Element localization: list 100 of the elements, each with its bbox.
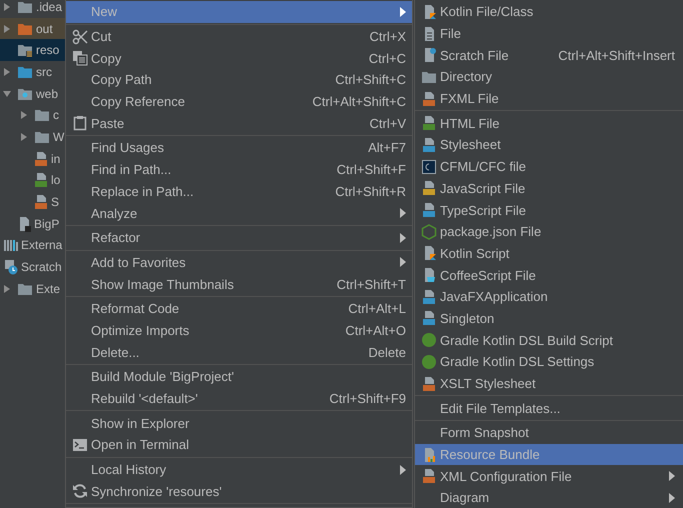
shortcut-text: Ctrl+Shift+F9 (329, 391, 406, 406)
file-icon (422, 310, 436, 326)
menu-item[interactable]: Replace in Path... Ctrl+Shift+R (66, 180, 412, 202)
menu-item[interactable]: Gradle Kotlin DSL Settings (415, 351, 683, 373)
tree-item[interactable]: src (0, 61, 65, 83)
submenu-arrow-icon (400, 464, 406, 475)
menu-item[interactable]: XSLT Stylesheet (415, 372, 683, 394)
tree-item[interactable]: in (0, 148, 65, 170)
shortcut-text: Ctrl+C (368, 50, 406, 66)
collapsed-arrow-icon (3, 2, 11, 11)
menu-item[interactable]: Directory (415, 66, 683, 88)
file-icon (422, 267, 436, 284)
menu-item[interactable]: package.json File (415, 220, 683, 243)
menu-item[interactable]: Diagram (415, 487, 683, 508)
file-icon (34, 172, 48, 188)
menu-item[interactable]: Copy Ctrl+C (66, 47, 412, 70)
menu-item[interactable]: Kotlin File/Class (415, 1, 683, 23)
shortcut-text: Alt+F7 (368, 140, 406, 156)
file-icon (422, 288, 436, 305)
menu-item[interactable]: Stylesheet (415, 134, 683, 156)
menu-item[interactable]: Refactor (66, 226, 412, 249)
shortcut-text: Ctrl+Shift+F (336, 162, 406, 178)
copy-icon (72, 50, 88, 66)
submenu-arrow-icon (400, 6, 406, 17)
tree-item[interactable]: c (0, 104, 65, 126)
menu-item[interactable]: Rebuild '<default>' Ctrl+Shift+F9 (66, 388, 412, 410)
menu-item[interactable]: Delete... Delete (66, 341, 412, 363)
folder-icon (17, 42, 33, 58)
bundle-file-icon (422, 446, 436, 463)
menu-item[interactable]: Gradle Kotlin DSL Build Script (415, 329, 683, 351)
terminal-icon (72, 436, 88, 453)
menu-item[interactable]: Synchronize 'resoures' (66, 480, 412, 502)
menu-item[interactable]: Paste Ctrl+V (66, 112, 412, 134)
refresh-icon (72, 483, 88, 500)
shortcut-text: Ctrl+Alt+O (345, 322, 406, 338)
file-icon (422, 376, 436, 392)
tree-item[interactable]: lo (0, 170, 65, 192)
menu-item[interactable]: Copy Reference Ctrl+Alt+Shift+C (66, 90, 412, 112)
shortcut-text: Ctrl+Alt+Shift+C (312, 94, 406, 110)
menu-item[interactable]: Kotlin Script (415, 242, 683, 264)
menu-item[interactable]: Build Module 'BigProject' (66, 366, 412, 388)
file-icon (422, 136, 436, 153)
menu-item[interactable]: Cut Ctrl+X (66, 26, 412, 48)
submenu-arrow-icon (400, 232, 406, 243)
tree-item[interactable]: .idea (0, 0, 65, 18)
tree-item[interactable]: BigP (0, 212, 65, 235)
menu-item[interactable]: CFML/CFC file (415, 156, 683, 178)
submenu-arrow-icon (669, 471, 675, 482)
tree-item[interactable]: Exte (0, 278, 65, 300)
menu-item[interactable]: Find in Path... Ctrl+Shift+F (66, 158, 412, 180)
file-icon (422, 26, 436, 42)
hexagon-icon (421, 224, 437, 240)
menu-item[interactable]: Optimize Imports Ctrl+Alt+O (66, 320, 412, 342)
menu-item[interactable]: Show Image Thumbnails Ctrl+Shift+T (66, 273, 412, 295)
collapsed-arrow-icon (3, 24, 11, 33)
folder-icon (34, 107, 50, 124)
shortcut-text: Ctrl+Alt+L (348, 301, 406, 316)
file-icon (422, 202, 436, 218)
menu-item[interactable]: Analyze (66, 202, 412, 224)
tree-item[interactable]: web (0, 82, 65, 104)
menu-item[interactable]: HTML File (415, 112, 683, 134)
tree-item[interactable]: W (0, 126, 65, 148)
menu-item[interactable]: Copy Path Ctrl+Shift+C (66, 69, 412, 91)
clipboard-icon (72, 115, 88, 132)
menu-item[interactable]: JavaScript File (415, 178, 683, 200)
menu-item[interactable]: Singleton (415, 308, 683, 330)
file-icon (422, 47, 436, 64)
menu-item[interactable]: Edit File Templates... (415, 397, 683, 420)
file-icon (17, 216, 31, 232)
menu-item[interactable]: Local History (66, 458, 412, 480)
tree-item[interactable]: S (0, 191, 65, 213)
submenu-arrow-icon (400, 257, 406, 268)
tree-item[interactable]: reso (0, 39, 65, 62)
menu-item[interactable]: TypeScript File (415, 199, 683, 221)
menu-item[interactable]: Open in Terminal (66, 434, 412, 456)
submenu-arrow-icon (400, 208, 406, 218)
collapsed-arrow-icon (3, 284, 11, 293)
menu-item[interactable]: File (415, 22, 683, 44)
file-icon (422, 468, 436, 484)
menu-item[interactable]: CoffeeScript File (415, 264, 683, 286)
shortcut-text: Delete (368, 344, 406, 360)
tree-item[interactable]: Scratch (0, 256, 65, 278)
shortcut-text: Ctrl+Shift+C (335, 72, 406, 88)
tree-item[interactable]: Externa (0, 234, 65, 256)
menu-item[interactable]: Show in Explorer (66, 412, 412, 434)
menu-item[interactable]: JavaFXApplication (415, 286, 683, 308)
file-icon (34, 150, 48, 167)
menu-item[interactable]: XML Configuration File (415, 465, 683, 488)
shortcut-text: Ctrl+Shift+T (336, 276, 406, 292)
menu-item[interactable]: Form Snapshot (415, 422, 683, 444)
menu-item[interactable]: Scratch File Ctrl+Alt+Shift+Insert (415, 44, 683, 66)
menu-item[interactable]: FXML File (415, 88, 683, 110)
menu-item[interactable]: Find Usages Alt+F7 (66, 137, 412, 159)
expanded-arrow-icon (3, 90, 11, 98)
library-icon (4, 237, 18, 254)
scissors-icon (72, 28, 88, 45)
tree-item[interactable]: out (0, 18, 65, 40)
cf-icon (421, 158, 437, 175)
menu-item[interactable]: Add to Favorites (66, 252, 412, 274)
menu-item[interactable]: Reformat Code Ctrl+Alt+L (66, 298, 412, 320)
